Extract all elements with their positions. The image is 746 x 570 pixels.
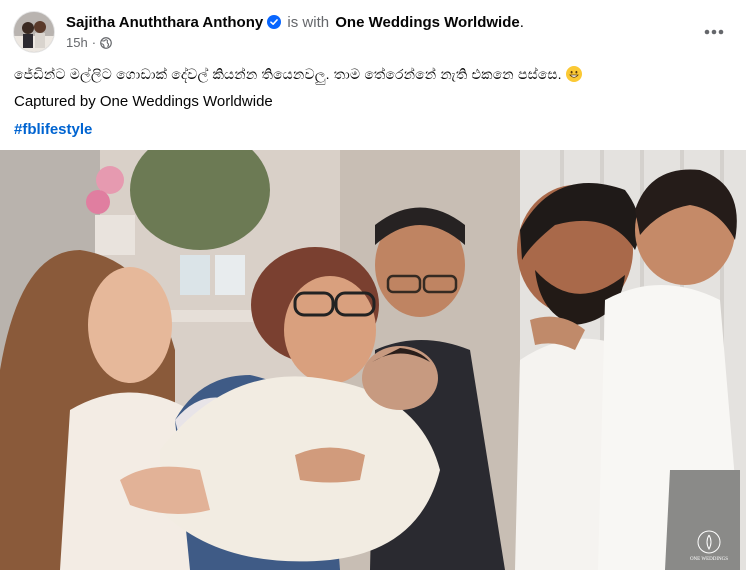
meta-separator: · — [91, 35, 97, 50]
author-name-link[interactable]: Sajitha Anuththara Anthony — [66, 14, 263, 31]
caption-sinhala-text: ජේඩින්ට මල්ලිට ගොඩාක් දේවල් කියන්න තියෙන… — [14, 66, 562, 82]
verified-badge-icon — [267, 15, 282, 29]
post-meta: 15h · — [66, 35, 112, 51]
is-with-text: is with — [287, 14, 330, 31]
tagged-page-link[interactable]: One Weddings Worldwide — [335, 14, 519, 31]
facebook-post: Sajitha Anuththara Anthony is with One W… — [0, 0, 746, 570]
watermark-text: ONE WEDDINGS — [689, 557, 729, 562]
post-header: Sajitha Anuththara Anthony is with One W… — [14, 10, 732, 56]
hashtag-link[interactable]: #fblifestyle — [14, 121, 92, 138]
post-title-line: Sajitha Anuththara Anthony is with One W… — [66, 13, 524, 33]
post-timestamp[interactable]: 15h — [66, 35, 88, 51]
avatar-image — [14, 12, 54, 52]
more-options-button[interactable] — [696, 14, 732, 50]
grinning-face-emoji — [565, 66, 582, 82]
more-options-icon — [704, 29, 724, 35]
caption-line-1: ජේඩින්ට මල්ලිට ගොඩාක් දේවල් කියන්න තියෙන… — [14, 64, 734, 84]
post-caption: ජේඩින්ට මල්ලිට ගොඩාක් දේවල් කියන්න තියෙන… — [14, 64, 734, 148]
post-photo[interactable]: ONE WEDDINGS — [0, 150, 746, 570]
family-photo-image — [0, 150, 746, 570]
caption-line-2: Captured by One Weddings Worldwide — [14, 93, 273, 110]
watermark-emblem-icon — [697, 530, 721, 554]
author-avatar[interactable] — [14, 12, 54, 52]
title-period: . — [519, 14, 524, 31]
globe-icon[interactable] — [100, 37, 112, 49]
caption-hashtag-line: #fblifestyle — [14, 120, 734, 140]
watermark-logo: ONE WEDDINGS — [686, 529, 732, 562]
